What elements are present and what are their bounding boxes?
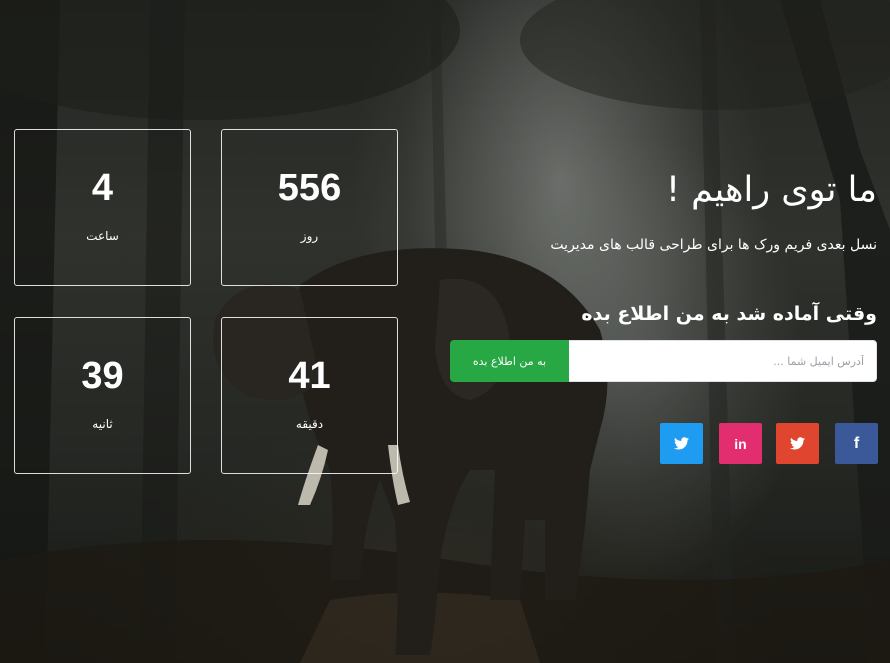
countdown-minutes-label: دقیقه (295, 417, 324, 431)
countdown-minutes-box: 41 دقیقه (221, 317, 398, 474)
countdown-minutes-value: 41 (288, 355, 331, 397)
countdown-seconds-label: ثانیه (92, 417, 113, 431)
twitter-icon (674, 437, 689, 450)
email-input[interactable] (568, 340, 877, 382)
twitter-button[interactable] (776, 423, 819, 464)
facebook-icon: f (853, 434, 860, 452)
notify-me-button[interactable]: به من اطلاع بده (450, 340, 569, 382)
linkedin-button[interactable]: in (719, 423, 762, 464)
countdown-hours-value: 4 (91, 167, 114, 209)
twitter-icon (790, 437, 805, 450)
countdown-seconds-value: 39 (81, 355, 124, 397)
twitter-button[interactable] (660, 423, 703, 464)
countdown-seconds-box: 39 ثانیه (14, 317, 191, 474)
page-subtitle: نسل بعدی فریم ورک ها برای طراحی قالب های… (550, 237, 877, 253)
page-title: ما توی راهیم ! (666, 170, 877, 210)
countdown-days-value: 556 (277, 167, 342, 209)
facebook-button[interactable]: f (835, 423, 878, 464)
countdown-days-label: روز (300, 229, 319, 243)
notify-heading: وقتی آماده شد به من اطلاع بده (581, 303, 877, 325)
countdown-days-box: 556 روز (221, 129, 398, 286)
linkedin-icon: in (734, 435, 747, 452)
countdown-hours-label: ساعت (86, 229, 119, 243)
notify-form: به من اطلاع بده (450, 340, 877, 382)
countdown-hours-box: 4 ساعت (14, 129, 191, 286)
